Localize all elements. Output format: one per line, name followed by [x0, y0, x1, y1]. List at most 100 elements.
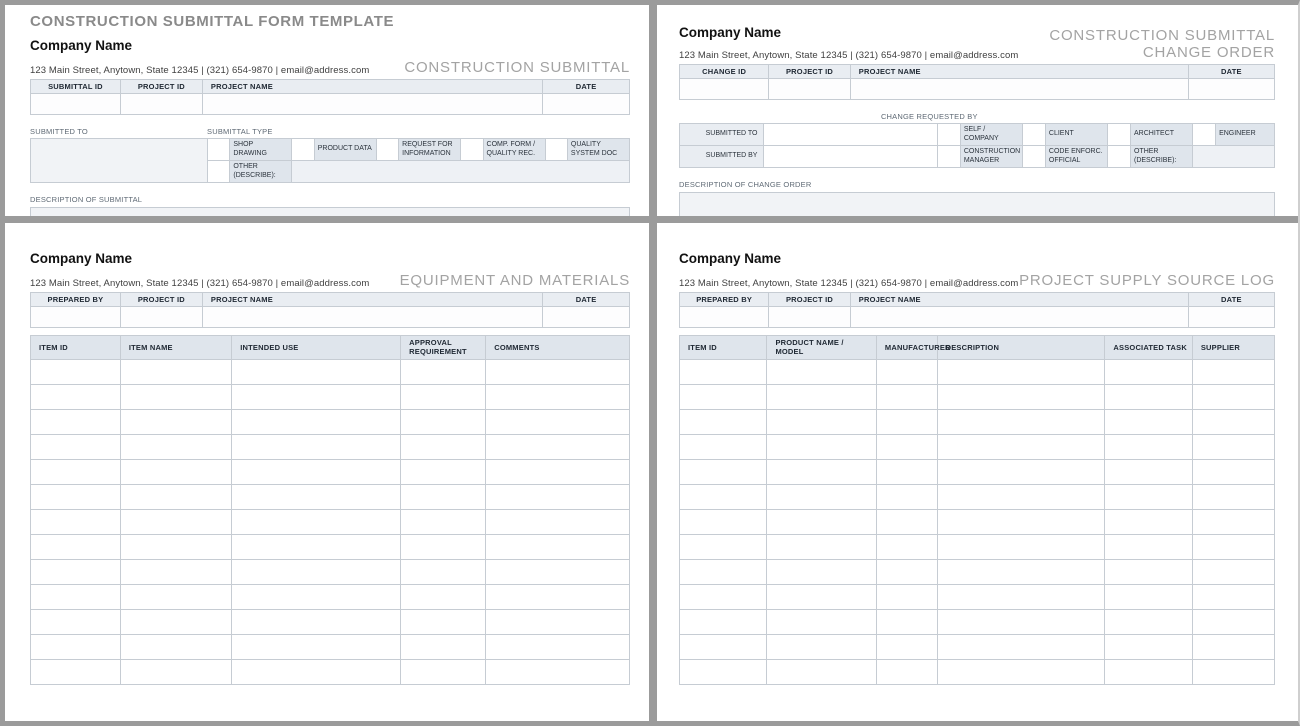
empty-cell[interactable]: [1192, 584, 1274, 609]
empty-cell[interactable]: [1192, 484, 1274, 509]
empty-cell[interactable]: [1105, 384, 1192, 409]
empty-cell[interactable]: [876, 534, 937, 559]
empty-cell[interactable]: [31, 534, 121, 559]
empty-cell[interactable]: [767, 584, 876, 609]
empty-cell[interactable]: [680, 559, 767, 584]
description-of-submittal-field[interactable]: [30, 207, 630, 216]
empty-cell[interactable]: [401, 559, 486, 584]
other-describe-field[interactable]: [1192, 146, 1274, 168]
empty-cell[interactable]: [937, 584, 1105, 609]
empty-cell[interactable]: [401, 584, 486, 609]
checkbox-cell[interactable]: [937, 146, 960, 168]
empty-cell[interactable]: [1192, 634, 1274, 659]
empty-cell[interactable]: [876, 359, 937, 384]
empty-cell[interactable]: [937, 484, 1105, 509]
empty-cell[interactable]: [1192, 359, 1274, 384]
date-field[interactable]: [1188, 307, 1274, 328]
empty-cell[interactable]: [767, 559, 876, 584]
empty-cell[interactable]: [680, 359, 767, 384]
empty-cell[interactable]: [1192, 384, 1274, 409]
empty-cell[interactable]: [876, 609, 937, 634]
empty-cell[interactable]: [1105, 434, 1192, 459]
empty-cell[interactable]: [232, 609, 401, 634]
empty-cell[interactable]: [937, 609, 1105, 634]
empty-cell[interactable]: [401, 434, 486, 459]
empty-cell[interactable]: [401, 459, 486, 484]
empty-cell[interactable]: [876, 584, 937, 609]
empty-cell[interactable]: [1192, 459, 1274, 484]
empty-cell[interactable]: [767, 434, 876, 459]
empty-cell[interactable]: [1105, 484, 1192, 509]
date-field[interactable]: [543, 307, 630, 328]
checkbox-cell[interactable]: [1022, 146, 1045, 168]
empty-cell[interactable]: [232, 384, 401, 409]
empty-cell[interactable]: [120, 659, 231, 684]
empty-cell[interactable]: [767, 409, 876, 434]
empty-cell[interactable]: [120, 584, 231, 609]
empty-cell[interactable]: [486, 584, 630, 609]
empty-cell[interactable]: [937, 559, 1105, 584]
checkbox-cell[interactable]: [937, 124, 960, 146]
empty-cell[interactable]: [1105, 409, 1192, 434]
empty-cell[interactable]: [767, 359, 876, 384]
empty-cell[interactable]: [232, 634, 401, 659]
empty-cell[interactable]: [1192, 609, 1274, 634]
empty-cell[interactable]: [486, 659, 630, 684]
project-name-field[interactable]: [202, 307, 542, 328]
empty-cell[interactable]: [1192, 409, 1274, 434]
empty-cell[interactable]: [401, 609, 486, 634]
empty-cell[interactable]: [937, 534, 1105, 559]
empty-cell[interactable]: [486, 509, 630, 534]
date-field[interactable]: [543, 94, 630, 115]
empty-cell[interactable]: [232, 509, 401, 534]
empty-cell[interactable]: [31, 509, 121, 534]
empty-cell[interactable]: [1105, 509, 1192, 534]
empty-cell[interactable]: [937, 384, 1105, 409]
empty-cell[interactable]: [31, 384, 121, 409]
submittal-id-field[interactable]: [31, 94, 121, 115]
empty-cell[interactable]: [31, 634, 121, 659]
empty-cell[interactable]: [876, 634, 937, 659]
empty-cell[interactable]: [680, 609, 767, 634]
empty-cell[interactable]: [876, 484, 937, 509]
empty-cell[interactable]: [232, 659, 401, 684]
checkbox-cell[interactable]: [208, 139, 230, 161]
empty-cell[interactable]: [31, 409, 121, 434]
empty-cell[interactable]: [1192, 509, 1274, 534]
empty-cell[interactable]: [767, 384, 876, 409]
checkbox-cell[interactable]: [292, 139, 314, 161]
empty-cell[interactable]: [486, 484, 630, 509]
empty-cell[interactable]: [31, 434, 121, 459]
empty-cell[interactable]: [767, 634, 876, 659]
empty-cell[interactable]: [680, 634, 767, 659]
empty-cell[interactable]: [937, 409, 1105, 434]
empty-cell[interactable]: [767, 459, 876, 484]
empty-cell[interactable]: [120, 609, 231, 634]
project-id-field[interactable]: [120, 307, 202, 328]
empty-cell[interactable]: [401, 359, 486, 384]
empty-cell[interactable]: [1105, 634, 1192, 659]
project-id-field[interactable]: [769, 307, 851, 328]
empty-cell[interactable]: [1105, 459, 1192, 484]
empty-cell[interactable]: [937, 434, 1105, 459]
empty-cell[interactable]: [401, 534, 486, 559]
empty-cell[interactable]: [120, 434, 231, 459]
empty-cell[interactable]: [31, 659, 121, 684]
empty-cell[interactable]: [937, 509, 1105, 534]
empty-cell[interactable]: [120, 484, 231, 509]
empty-cell[interactable]: [767, 534, 876, 559]
project-id-field[interactable]: [120, 94, 202, 115]
prepared-by-field[interactable]: [31, 307, 121, 328]
checkbox-cell[interactable]: [461, 139, 483, 161]
submitted-by-field[interactable]: [764, 146, 937, 168]
empty-cell[interactable]: [767, 509, 876, 534]
empty-cell[interactable]: [1105, 534, 1192, 559]
project-name-field[interactable]: [850, 307, 1188, 328]
empty-cell[interactable]: [937, 459, 1105, 484]
submitted-to-field[interactable]: [764, 124, 937, 146]
empty-cell[interactable]: [232, 459, 401, 484]
empty-cell[interactable]: [120, 534, 231, 559]
empty-cell[interactable]: [120, 559, 231, 584]
empty-cell[interactable]: [937, 634, 1105, 659]
empty-cell[interactable]: [767, 609, 876, 634]
